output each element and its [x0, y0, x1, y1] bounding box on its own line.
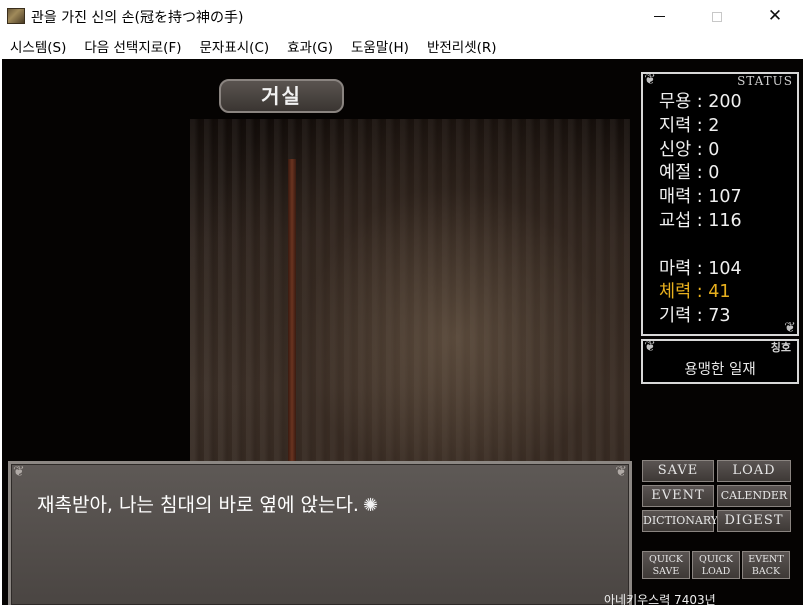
quick-save-line1: QUICK	[649, 554, 683, 565]
minimize-icon	[653, 16, 665, 17]
calendar-year: 아네키우스력 7403년	[604, 593, 716, 605]
ornament-icon: ❦	[615, 464, 627, 480]
ornament-icon: ❦	[13, 464, 25, 480]
stat-charm: 매력 : 107	[659, 187, 742, 207]
close-button[interactable]: ✕	[746, 0, 804, 33]
event-back-line1: EVENT	[748, 554, 784, 565]
menu-next-choice[interactable]: 다음 선택지로(F)	[74, 36, 181, 56]
epithet-value: 용맹한 일재	[684, 362, 756, 378]
app-icon	[7, 8, 25, 24]
event-button[interactable]: EVENT	[642, 485, 714, 507]
stat-martial: 무용 : 200	[659, 92, 742, 112]
menu-help[interactable]: 도움말(H)	[341, 36, 409, 56]
dialogue-text: 재촉받아, 나는 침대의 바로 옆에 앉는다. ✺	[37, 490, 378, 517]
quick-load-line2: LOAD	[701, 566, 731, 577]
save-button[interactable]: SAVE	[642, 460, 714, 482]
menu-bar: 시스템(S) 다음 선택지로(F) 문자표시(C) 효과(G) 도움말(H) 반…	[0, 33, 805, 59]
event-back-button[interactable]: EVENT BACK	[742, 551, 790, 579]
close-icon: ✕	[767, 6, 783, 26]
event-back-line2: BACK	[751, 566, 781, 577]
calender-button[interactable]: CALENDER	[717, 485, 791, 507]
menu-effects[interactable]: 효과(G)	[277, 36, 333, 56]
minimize-button[interactable]	[630, 0, 688, 33]
quick-save-button[interactable]: QUICK SAVE	[642, 551, 690, 579]
ornament-icon: ❦	[784, 320, 796, 336]
maximize-icon	[712, 11, 722, 22]
quick-save-line2: SAVE	[652, 566, 680, 577]
stat-energy: 기력 : 73	[659, 306, 731, 326]
next-page-icon[interactable]: ✺	[363, 495, 378, 516]
stat-etiquette: 예절 : 0	[659, 163, 720, 183]
quick-load-line1: QUICK	[699, 554, 733, 565]
dictionary-button[interactable]: DICTIONARY	[642, 510, 718, 532]
stat-negotiation: 교섭 : 116	[659, 211, 742, 231]
game-viewport[interactable]: 거실 ❦ STATUS 무용 : 200 지력 : 2 신앙 : 0 예절 : …	[2, 59, 803, 605]
menu-system[interactable]: 시스템(S)	[0, 36, 66, 56]
menu-text-display[interactable]: 문자표시(C)	[190, 36, 270, 56]
ornament-icon: ❦	[644, 339, 656, 355]
digest-button[interactable]: DIGEST	[717, 510, 791, 532]
epithet-panel: ❦ 칭호 용맹한 일재	[641, 339, 799, 384]
maximize-button[interactable]	[688, 0, 746, 33]
location-label: 거실	[219, 79, 344, 113]
status-panel: ❦ STATUS 무용 : 200 지력 : 2 신앙 : 0 예절 : 0 매…	[641, 72, 799, 336]
stat-intellect: 지력 : 2	[659, 116, 720, 136]
stat-stamina: 체력 : 41	[659, 282, 731, 302]
dialogue-line: 재촉받아, 나는 침대의 바로 옆에 앉는다.	[37, 494, 359, 516]
window-title: 관을 가진 신의 손(冠を持つ神の手)	[31, 10, 244, 26]
bed-post	[288, 159, 296, 499]
load-button[interactable]: LOAD	[717, 460, 791, 482]
status-header: STATUS	[737, 74, 793, 88]
ornament-icon: ❦	[644, 72, 656, 88]
stat-faith: 신앙 : 0	[659, 140, 720, 160]
title-bar: 관을 가진 신의 손(冠を持つ神の手) ✕	[0, 0, 805, 33]
menu-reset[interactable]: 반전리셋(R)	[417, 36, 497, 56]
dialogue-box[interactable]: ❦ ❦ 재촉받아, 나는 침대의 바로 옆에 앉는다. ✺	[8, 461, 632, 605]
stat-magic: 마력 : 104	[659, 259, 742, 279]
epithet-header: 칭호	[770, 341, 791, 354]
quick-load-button[interactable]: QUICK LOAD	[692, 551, 740, 579]
